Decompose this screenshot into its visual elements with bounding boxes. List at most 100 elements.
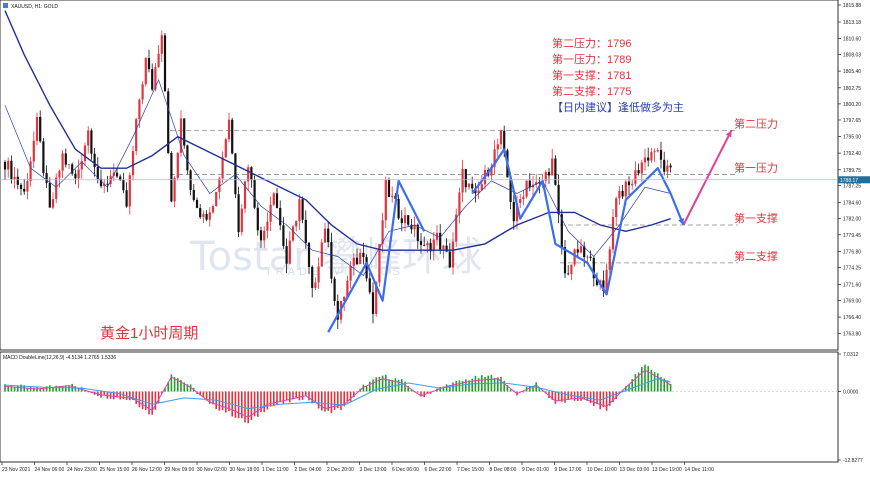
candle-bear xyxy=(125,190,128,207)
candle-bull xyxy=(26,181,29,192)
candle-bull xyxy=(403,215,407,224)
candle-bull xyxy=(141,84,144,100)
candle-bull xyxy=(624,181,627,197)
info-support2: 第二支撑：1775 xyxy=(552,84,631,98)
candle-bull xyxy=(631,183,634,186)
candle-bull xyxy=(458,192,461,215)
price-tick-label: 1805.40 xyxy=(843,69,861,75)
candle-bull xyxy=(29,161,32,182)
price-tick-label: 1774.25 xyxy=(843,266,861,272)
time-tick-label: 25 Nov 15:00 xyxy=(100,467,130,473)
candle-bull xyxy=(586,256,589,258)
candle-bull xyxy=(288,240,291,264)
watermark: Tostar 攀峰环球 TRADE WITH US xyxy=(189,234,482,280)
projection-line xyxy=(682,129,733,226)
candle-bear xyxy=(554,158,557,185)
candle-bull xyxy=(323,228,327,243)
candle-bear xyxy=(637,170,640,174)
candle-bear xyxy=(234,153,237,195)
candle-bull xyxy=(138,99,141,120)
candle-bull xyxy=(58,170,61,178)
candle-bull xyxy=(35,116,39,141)
candle-bull xyxy=(317,266,320,283)
candle-bear xyxy=(471,183,474,189)
candle-bull xyxy=(496,144,499,150)
candle-bear xyxy=(205,213,208,220)
price-tick-label: 1797.65 xyxy=(843,118,861,124)
candle-bear xyxy=(183,118,186,146)
candle-bear xyxy=(547,171,551,176)
candle-bull xyxy=(215,191,218,207)
candle-bear xyxy=(282,225,285,247)
candle-bull xyxy=(432,239,435,252)
symbol-title-text: XAUUSD, H1: GOLD xyxy=(11,4,58,10)
price-tick-label: 1769.00 xyxy=(843,299,861,305)
candle-bear xyxy=(10,160,13,180)
candle-bear xyxy=(3,161,7,170)
candle-bear xyxy=(576,249,579,253)
candle-bear xyxy=(647,157,650,161)
candle-bull xyxy=(608,249,611,270)
chart-svg: Tostar 攀峰环球 TRADE WITH US XAUUSD, H1: GO… xyxy=(0,0,870,473)
candle-bull xyxy=(442,245,445,250)
price-pane-frame xyxy=(0,0,839,351)
price-tick-label: 1795.00 xyxy=(843,135,861,141)
time-tick-label: 29 Nov 09:00 xyxy=(165,467,195,473)
candle-bear xyxy=(42,141,45,174)
price-tick-label: 1802.75 xyxy=(843,86,861,92)
period-label: 黄金1小时周期 xyxy=(100,325,198,342)
time-tick-label: 2 Dec 04:00 xyxy=(295,467,322,473)
price-axis: 1815.88 1813.18 1810.60 1808.03 1805.40 1802.… xyxy=(838,3,861,337)
candle-bear xyxy=(304,219,307,243)
candle-bull xyxy=(467,183,471,188)
price-tick-label: 1792.40 xyxy=(843,151,861,157)
price-tick-label: 1787.25 xyxy=(843,184,861,190)
candle-bull xyxy=(451,241,455,268)
candle-bull xyxy=(221,157,224,179)
candle-bull xyxy=(666,165,669,172)
candle-bull xyxy=(87,130,90,146)
candle-bear xyxy=(122,179,125,191)
time-tick-label: 14 Dec 11:00 xyxy=(685,467,715,473)
level-label: 第一压力 xyxy=(734,161,778,175)
time-tick-label: 24 Nov 23:00 xyxy=(67,467,97,473)
info-resistance2: 第二压力：1796 xyxy=(552,36,631,50)
time-tick-label: 13 Dec 19:00 xyxy=(652,467,682,473)
time-tick-label: 6 Dec 22:00 xyxy=(425,467,452,473)
candle-bear xyxy=(74,173,77,179)
candle-bull xyxy=(643,157,647,163)
candle-bear xyxy=(362,252,365,258)
current-price-tag: 1788.17 xyxy=(838,176,870,184)
candle-bull xyxy=(202,213,205,218)
time-tick-label: 30 Nov 18:00 xyxy=(230,467,260,473)
price-tick-label: 1808.03 xyxy=(843,53,861,59)
candle-bull xyxy=(656,150,659,152)
candle-bull xyxy=(55,177,58,200)
price-tick-label: 1782.00 xyxy=(843,217,861,223)
candle-bear xyxy=(503,130,506,151)
price-tick-label: 1815.88 xyxy=(843,3,861,9)
candle-bear xyxy=(253,179,256,208)
candle-bull xyxy=(650,152,653,161)
candle-bull xyxy=(211,206,215,213)
candle-bull xyxy=(173,177,176,202)
candle-bear xyxy=(423,244,426,246)
candle-bear xyxy=(195,199,199,208)
info-support1: 第一支撑：1781 xyxy=(552,68,631,82)
candle-bear xyxy=(464,169,467,188)
time-tick-label: 6 Dec 06:00 xyxy=(392,467,419,473)
candle-bull xyxy=(67,164,71,166)
candle-bull xyxy=(144,58,147,85)
candle-bear xyxy=(64,153,67,165)
candle-bull xyxy=(314,282,317,288)
price-tick-label: 1810.60 xyxy=(843,36,861,42)
time-tick-label: 30 Nov 02:00 xyxy=(197,467,227,473)
candle-bear xyxy=(311,266,314,288)
candle-bear xyxy=(400,218,403,224)
candle-bear xyxy=(397,198,400,219)
candle-bear xyxy=(557,184,560,215)
candle-bear xyxy=(275,193,279,208)
time-axis: 23 Nov 2021 24 Nov 06:00 24 Nov 23:00 25 No… xyxy=(1,462,715,473)
watermark-sub: TRADE WITH US xyxy=(265,266,404,278)
candle-bull xyxy=(13,176,16,180)
